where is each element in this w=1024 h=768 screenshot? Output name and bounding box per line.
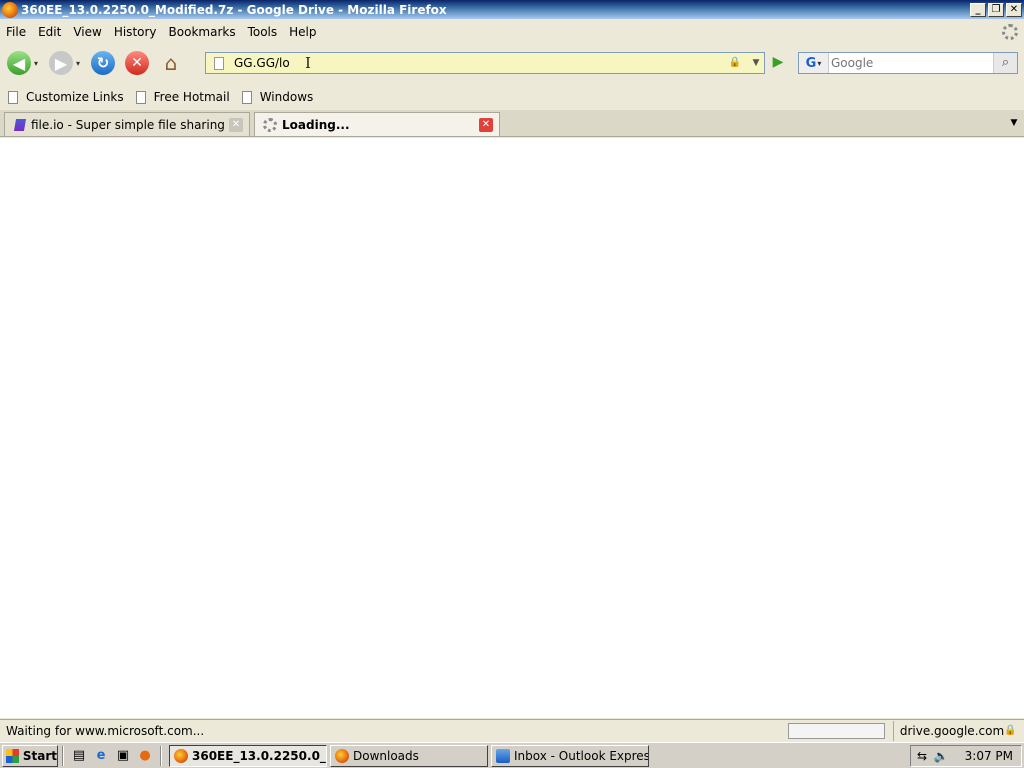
forward-history-dropdown[interactable]: ▾ bbox=[76, 59, 84, 68]
forward-button[interactable]: ▶ bbox=[46, 48, 76, 78]
bookmark-windows[interactable]: Windows bbox=[241, 90, 314, 104]
bookmark-page-icon bbox=[241, 90, 252, 104]
bookmark-page-icon bbox=[135, 90, 146, 104]
go-button[interactable]: ▶ bbox=[769, 54, 787, 72]
window-title: 360EE_13.0.2250.0_Modified.7z - Google D… bbox=[21, 2, 447, 17]
quicklaunch-separator bbox=[62, 745, 64, 766]
activity-throbber-icon bbox=[1002, 24, 1018, 40]
search-bar[interactable]: G▾ ⌕ bbox=[798, 52, 1018, 74]
bookmark-customize-links[interactable]: Customize Links bbox=[8, 90, 124, 104]
internet-explorer-icon[interactable]: e bbox=[92, 747, 110, 765]
menu-tools[interactable]: Tools bbox=[242, 25, 284, 39]
start-label: Start bbox=[22, 748, 57, 763]
address-bar[interactable]: GG.GG/lo 🔒 ▼ bbox=[205, 52, 765, 74]
outlook-express-icon bbox=[496, 748, 510, 763]
tab-loading[interactable]: Loading... ✕ bbox=[254, 112, 500, 136]
home-button[interactable]: ⌂ bbox=[156, 48, 186, 78]
task-firefox[interactable]: 360EE_13.0.2250.0_M... bbox=[169, 744, 327, 767]
downloads-task-icon bbox=[335, 748, 349, 763]
firefox-task-icon bbox=[174, 748, 188, 763]
search-engine-selector[interactable]: G ▾ bbox=[799, 53, 829, 73]
status-domain: drive.google.com bbox=[892, 720, 1004, 741]
task-label: 360EE_13.0.2250.0_M... bbox=[192, 748, 326, 763]
task-label: Downloads bbox=[353, 748, 419, 763]
status-text: Waiting for www.microsoft.com... bbox=[6, 723, 205, 738]
menu-history[interactable]: History bbox=[108, 25, 163, 39]
back-arrow-icon: ◀ bbox=[7, 51, 31, 75]
menu-view[interactable]: View bbox=[67, 25, 107, 39]
bookmark-label: Free Hotmail bbox=[153, 90, 230, 104]
menu-edit[interactable]: Edit bbox=[32, 25, 67, 39]
loading-spinner-icon bbox=[263, 117, 277, 132]
bookmarks-toolbar: Customize Links Free Hotmail Windows bbox=[0, 86, 1024, 108]
network-icon[interactable]: ⇆ bbox=[914, 748, 930, 764]
bookmark-label: Windows bbox=[259, 90, 314, 104]
volume-icon[interactable]: 🔈 bbox=[933, 748, 949, 764]
progress-meter bbox=[787, 722, 885, 739]
reload-button[interactable]: ↻ bbox=[88, 48, 118, 78]
menu-file[interactable]: File bbox=[0, 25, 32, 39]
forward-arrow-icon: ▶ bbox=[49, 51, 73, 75]
close-window-button[interactable]: ✕ bbox=[1006, 2, 1022, 17]
show-desktop-icon[interactable]: ▤ bbox=[70, 747, 88, 765]
site-identity-icon[interactable]: 🔒 bbox=[728, 57, 742, 69]
windows-logo-icon bbox=[6, 748, 19, 763]
quicklaunch-separator bbox=[160, 745, 162, 766]
close-tab-icon[interactable]: ✕ bbox=[479, 117, 493, 132]
bookmark-label: Customize Links bbox=[26, 90, 124, 104]
windows-media-icon[interactable]: ▣ bbox=[114, 747, 132, 765]
google-icon: G bbox=[805, 55, 817, 71]
task-label: Inbox - Outlook Express bbox=[514, 748, 649, 763]
menu-bar: File Edit View History Bookmarks Tools H… bbox=[0, 21, 1024, 43]
list-all-tabs-button[interactable]: ▼ bbox=[1004, 112, 1024, 135]
firefox-quicklaunch-icon[interactable]: ● bbox=[136, 747, 154, 765]
task-downloads[interactable]: Downloads bbox=[330, 744, 488, 767]
page-content bbox=[0, 138, 1024, 718]
minimize-button[interactable]: _ bbox=[970, 2, 986, 17]
maximize-button[interactable]: ❐ bbox=[988, 2, 1004, 17]
stop-button[interactable]: ✕ bbox=[122, 48, 152, 78]
bookmark-page-icon bbox=[8, 90, 18, 104]
firefox-icon bbox=[2, 1, 18, 18]
back-button[interactable]: ◀ bbox=[4, 48, 34, 78]
bookmark-free-hotmail[interactable]: Free Hotmail bbox=[135, 90, 230, 104]
tab-label: file.io - Super simple file sharing bbox=[31, 117, 225, 132]
reload-icon: ↻ bbox=[91, 51, 115, 75]
start-button[interactable]: Start bbox=[2, 744, 58, 767]
menu-help[interactable]: Help bbox=[283, 25, 322, 39]
task-outlook-express[interactable]: Inbox - Outlook Express bbox=[491, 744, 649, 767]
stop-icon: ✕ bbox=[125, 51, 149, 75]
close-tab-icon[interactable]: ✕ bbox=[229, 117, 243, 132]
home-icon: ⌂ bbox=[164, 51, 178, 75]
text-cursor-icon: I bbox=[305, 54, 311, 72]
search-go-icon[interactable]: ⌕ bbox=[993, 53, 1017, 73]
back-history-dropdown[interactable]: ▾ bbox=[34, 59, 42, 68]
tab-file-io[interactable]: file.io - Super simple file sharing ✕ bbox=[4, 112, 250, 136]
status-bar: Waiting for www.microsoft.com... drive.g… bbox=[0, 719, 1024, 741]
page-icon bbox=[214, 56, 224, 70]
security-lock-icon[interactable]: 🔒 bbox=[1004, 725, 1018, 737]
file-io-favicon-icon bbox=[13, 118, 27, 131]
window-titlebar: 360EE_13.0.2250.0_Modified.7z - Google D… bbox=[0, 0, 1024, 19]
tab-bar: file.io - Super simple file sharing ✕ Lo… bbox=[0, 110, 1024, 137]
clock[interactable]: 3:07 PM bbox=[965, 749, 1013, 763]
engine-dropdown-icon: ▾ bbox=[817, 58, 822, 68]
menu-bookmarks[interactable]: Bookmarks bbox=[163, 25, 242, 39]
windows-taskbar: Start ▤ e ▣ ● 360EE_13.0.2250.0_M... Dow… bbox=[0, 742, 1024, 768]
search-input[interactable] bbox=[829, 54, 993, 72]
url-history-dropdown[interactable]: ▼ bbox=[748, 58, 764, 68]
system-tray: ⇆ 🔈 3:07 PM bbox=[910, 744, 1022, 767]
tab-label: Loading... bbox=[282, 117, 350, 132]
